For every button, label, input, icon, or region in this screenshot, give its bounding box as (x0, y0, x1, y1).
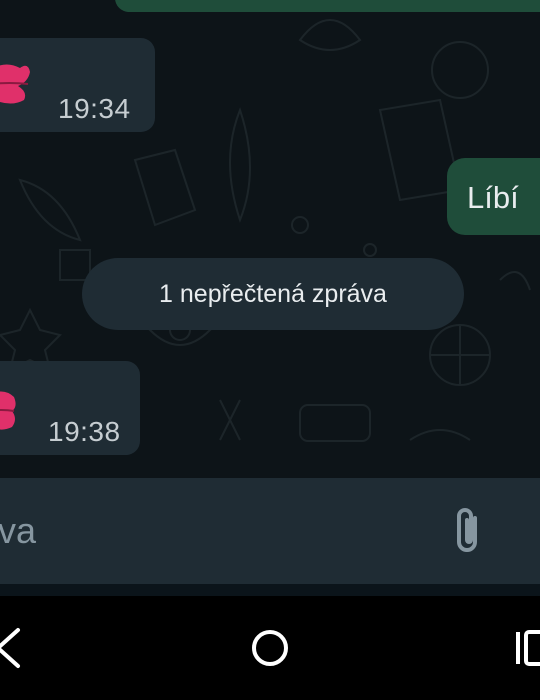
circle-home-icon[interactable] (250, 628, 290, 668)
incoming-message-3[interactable]: 19:38 (0, 361, 140, 455)
incoming-message-1[interactable]: 19:34 (0, 38, 155, 132)
paperclip-icon[interactable] (449, 504, 485, 556)
outgoing-bubble-top[interactable] (115, 0, 540, 12)
unread-divider: 1 nepřečtená zpráva (82, 258, 464, 330)
kiss-lips-icon (0, 391, 16, 430)
input-bottom-gap (0, 584, 540, 596)
chevron-left-icon[interactable] (0, 626, 24, 670)
recents-icon[interactable] (512, 630, 540, 666)
outgoing-message-2[interactable]: Líbí (447, 158, 540, 235)
kiss-lips-icon (0, 64, 30, 104)
message-text: Líbí (467, 180, 519, 215)
system-navigation-bar (0, 596, 540, 700)
message-input[interactable]: va (0, 510, 36, 552)
message-time: 19:38 (48, 416, 121, 447)
chat-area[interactable]: 19:34 Líbí 1 nepřečtená zpráva 19:38 (0, 0, 540, 478)
message-time: 19:34 (58, 93, 131, 124)
